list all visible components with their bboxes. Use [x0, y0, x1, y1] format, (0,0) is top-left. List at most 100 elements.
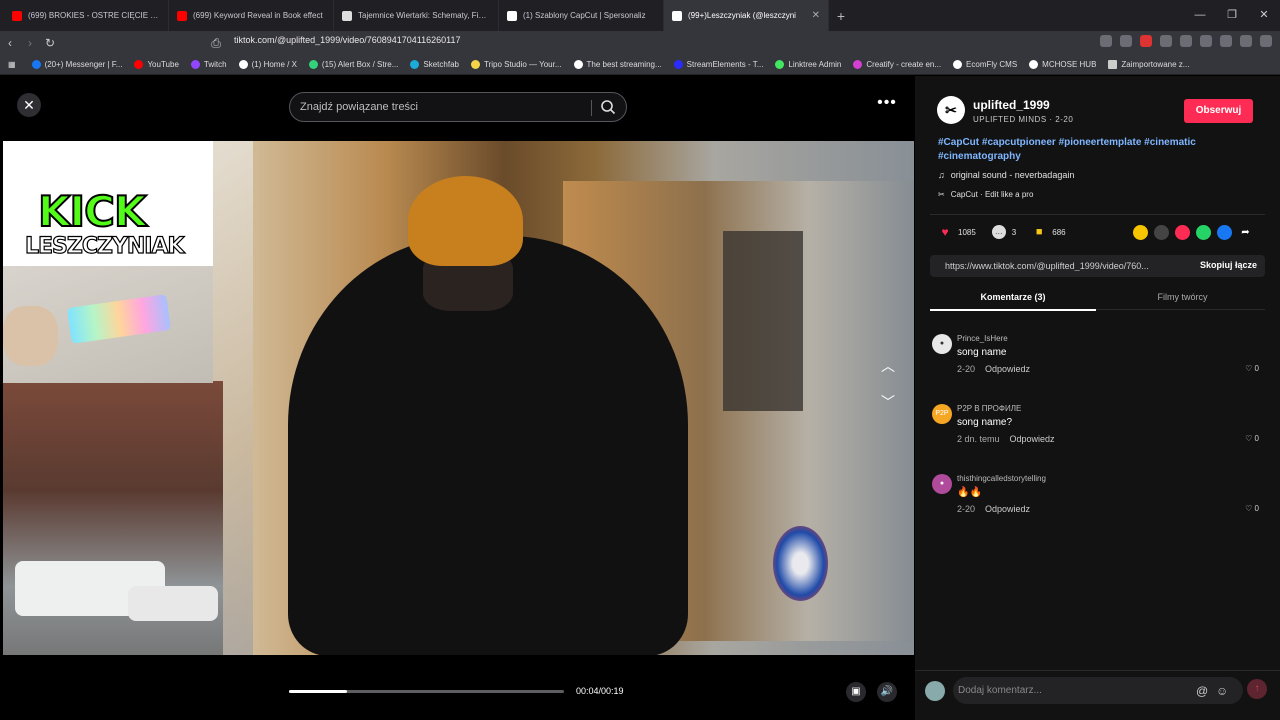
- commenter-name[interactable]: P2P В ПРОФИЛЕ: [957, 404, 1021, 413]
- extension-icon[interactable]: [1120, 35, 1132, 47]
- bookmark-twitch[interactable]: Twitch: [190, 60, 227, 69]
- like-button[interactable]: ♥ 1085: [938, 225, 975, 239]
- extension-icon[interactable]: [1240, 35, 1252, 47]
- video-person-beanie: [408, 176, 523, 266]
- bookmark-folder[interactable]: Zaimportowane z...: [1108, 60, 1189, 69]
- capcut-icon: ✂: [938, 190, 945, 199]
- folder-icon: [1108, 60, 1118, 69]
- address-bar: ‹ › ↻ ⎙ tiktok.com/@uplifted_1999/video/…: [0, 31, 1280, 55]
- extension-icon[interactable]: [1180, 35, 1192, 47]
- comment-meta: 2-20 Odpowiedz: [957, 364, 1031, 374]
- comment-like[interactable]: ♡ 0: [1245, 434, 1259, 443]
- more-options-icon[interactable]: •••: [873, 93, 901, 117]
- bookmark-youtube[interactable]: YouTube: [134, 60, 179, 69]
- close-window-icon[interactable]: ✕: [1248, 0, 1280, 31]
- capcut-link[interactable]: ✂ CapCut · Edit like a pro: [938, 190, 1033, 199]
- extension-icon[interactable]: [1160, 35, 1172, 47]
- video-car: [128, 586, 218, 621]
- divider: [930, 214, 1265, 215]
- creatify-icon: [853, 60, 863, 69]
- username[interactable]: uplifted_1999: [973, 98, 1050, 112]
- music-link[interactable]: ♫ original sound - neverbadagain: [938, 170, 1074, 180]
- follow-button[interactable]: Obserwuj: [1184, 99, 1253, 123]
- bookmark-mchose[interactable]: MCHOSE HUB: [1029, 60, 1096, 69]
- save-button[interactable]: ■ 686: [1032, 225, 1066, 239]
- bookmark-x[interactable]: (1) Home / X: [238, 60, 297, 69]
- commenter-name[interactable]: thisthingcalledstorytelling: [957, 474, 1046, 483]
- browser-tab[interactable]: Tajemnice Wiertarki: Schematy, Fizyk: [334, 0, 499, 31]
- search-divider: [591, 100, 592, 116]
- tab-creator-videos[interactable]: Filmy twórcy: [1100, 292, 1265, 302]
- extension-icon[interactable]: [1200, 35, 1212, 47]
- forward-icon[interactable]: ›: [20, 36, 40, 50]
- commenter-avatar[interactable]: ●: [932, 474, 952, 494]
- bookmark-messenger[interactable]: (20+) Messenger | F...: [31, 60, 122, 69]
- repost-icon[interactable]: [1133, 225, 1148, 240]
- browser-tab[interactable]: (699) BROKIES - OSTRE CIĘCIE - Y: [4, 0, 169, 31]
- menu-icon[interactable]: [1260, 35, 1272, 47]
- share-arrow-icon[interactable]: ➦: [1238, 225, 1253, 240]
- browser-tab-active[interactable]: (99+)Leszczyniak (@leszczyni ✕: [664, 0, 829, 31]
- reload-icon[interactable]: ↻: [40, 36, 60, 50]
- minimize-icon[interactable]: —: [1184, 0, 1216, 31]
- friends-icon[interactable]: [1175, 225, 1190, 240]
- commenter-name[interactable]: Prince_IsHere: [957, 334, 1008, 343]
- video-link[interactable]: https://www.tiktok.com/@uplifted_1999/vi…: [945, 261, 1165, 271]
- chevron-up-icon[interactable]: ︿: [874, 352, 902, 380]
- copy-link-button[interactable]: Skopiuj łącze: [1200, 260, 1257, 270]
- commenter-avatar[interactable]: ●: [932, 334, 952, 354]
- youtube-icon: [177, 10, 187, 21]
- reply-button[interactable]: Odpowiedz: [1010, 434, 1055, 444]
- whatsapp-icon[interactable]: [1196, 225, 1211, 240]
- comment-button[interactable]: … 3: [991, 225, 1016, 239]
- browser-tab[interactable]: (699) Keyword Reveal in Book effect: [169, 0, 334, 31]
- reply-button[interactable]: Odpowiedz: [985, 364, 1030, 374]
- close-tab-icon[interactable]: ✕: [812, 10, 820, 21]
- tab-comments[interactable]: Komentarze (3): [930, 292, 1096, 311]
- ecomfly-icon: [953, 60, 963, 69]
- bookmark-streaming[interactable]: The best streaming...: [573, 60, 662, 69]
- progress-bar[interactable]: [289, 690, 564, 693]
- apps-icon[interactable]: ▦: [8, 60, 16, 69]
- streaming-icon: [573, 60, 583, 69]
- bookmark-ecomfly[interactable]: EcomFly CMS: [953, 60, 1017, 69]
- avatar[interactable]: ✂: [937, 96, 965, 124]
- video-train-window: [723, 231, 803, 411]
- tripo-icon: [470, 60, 480, 69]
- bookmark-sketchfab[interactable]: Sketchfab: [410, 60, 459, 69]
- url-field[interactable]: tiktok.com/@uplifted_1999/video/76089417…: [234, 35, 460, 45]
- reply-button[interactable]: Odpowiedz: [985, 504, 1030, 514]
- twitch-icon: [190, 60, 200, 69]
- mini-player-icon[interactable]: ▣: [846, 682, 866, 702]
- bookmark-streamelements[interactable]: StreamElements - T...: [673, 60, 763, 69]
- mention-icon[interactable]: @: [1196, 684, 1208, 698]
- emoji-icon[interactable]: ☺: [1216, 684, 1228, 698]
- new-tab-button[interactable]: +: [829, 8, 853, 24]
- maximize-icon[interactable]: ❐: [1216, 0, 1248, 31]
- search-input[interactable]: Znajdź powiązane treści: [289, 92, 627, 122]
- facebook-icon[interactable]: [1217, 225, 1232, 240]
- music-note-icon: ♫: [938, 170, 945, 180]
- volume-icon[interactable]: 🔊: [877, 682, 897, 702]
- bookmark-creatify[interactable]: Creatify - create en...: [853, 60, 941, 69]
- commenter-avatar[interactable]: P2P: [932, 404, 952, 424]
- bookmarks-bar: ▦ (20+) Messenger | F... YouTube Twitch …: [0, 55, 1280, 75]
- back-icon[interactable]: ‹: [0, 36, 20, 50]
- extension-icon[interactable]: [1220, 35, 1232, 47]
- browser-tab[interactable]: (1) Szablony CapCut | Spersonaliz: [499, 0, 664, 31]
- bookmark-tripo[interactable]: Tripo Studio — Your...: [470, 60, 562, 69]
- close-icon[interactable]: ✕: [17, 93, 41, 117]
- search-icon[interactable]: [600, 99, 616, 115]
- comment-like[interactable]: ♡ 0: [1245, 364, 1259, 373]
- bookmark-linktree[interactable]: Linktree Admin: [775, 60, 841, 69]
- extension-icon[interactable]: [1140, 35, 1152, 47]
- bookmark-icon[interactable]: ⎙: [206, 36, 226, 51]
- webcam-hand: [3, 306, 58, 366]
- embed-icon[interactable]: [1154, 225, 1169, 240]
- comment-like[interactable]: ♡ 0: [1245, 504, 1259, 513]
- chevron-down-icon[interactable]: ﹀: [874, 388, 902, 416]
- bookmark-alertbox[interactable]: (15) Alert Box / Stre...: [308, 60, 398, 69]
- hashtags[interactable]: #CapCut #capcutpioneer #pioneertemplate …: [938, 136, 1258, 164]
- send-icon[interactable]: ↑: [1247, 679, 1267, 699]
- extension-icon[interactable]: [1100, 35, 1112, 47]
